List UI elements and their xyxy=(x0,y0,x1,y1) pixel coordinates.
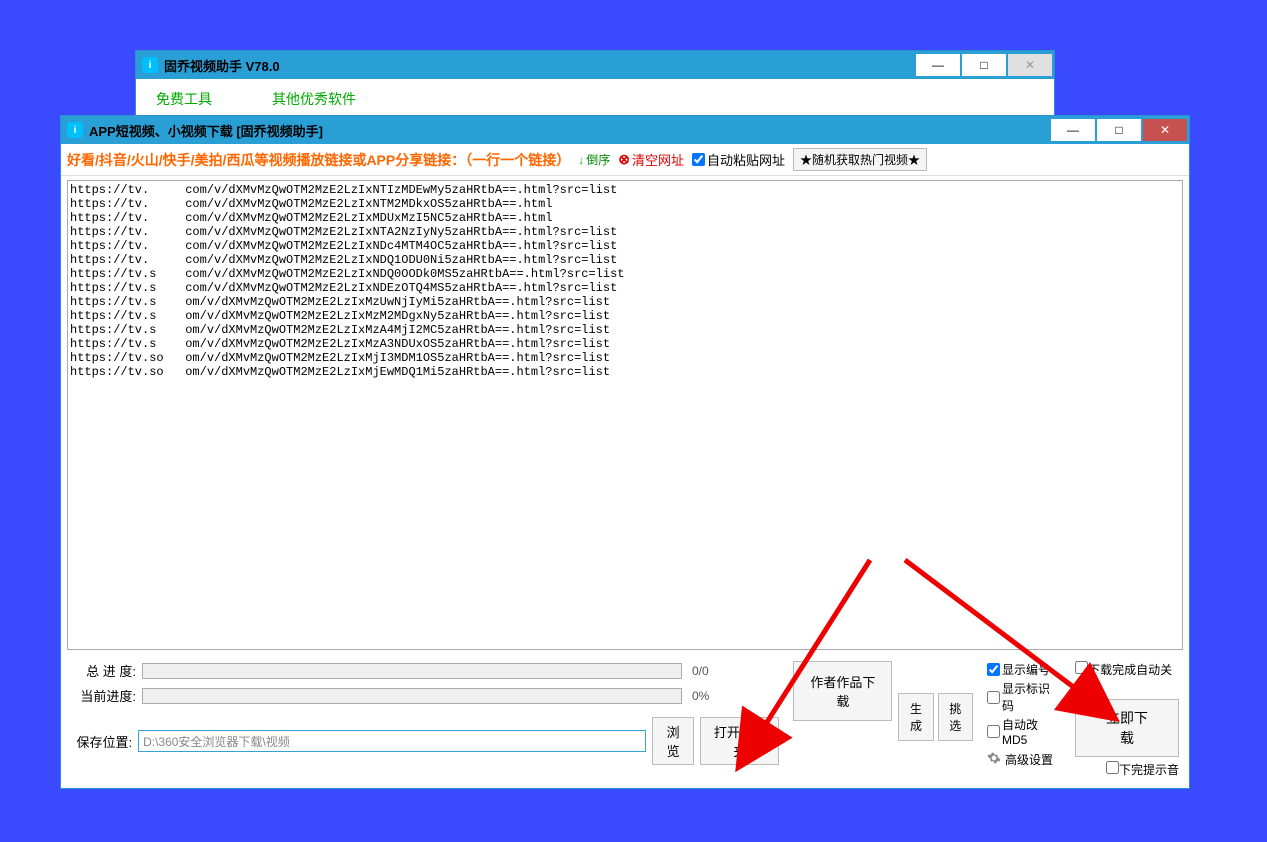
maximize-button[interactable]: □ xyxy=(1097,119,1141,141)
bottom-panel: 总 进 度: 0/0 当前进度: 0% 保存位置: 浏览 打开文件夹 作者作品 xyxy=(61,657,1189,788)
save-path-input[interactable] xyxy=(138,730,646,752)
author-download-button[interactable]: 作者作品下载 xyxy=(793,661,892,721)
link-other-software[interactable]: 其他优秀软件 xyxy=(272,89,356,109)
minimize-button[interactable]: — xyxy=(916,54,960,76)
gear-icon xyxy=(987,751,1001,768)
select-button[interactable]: 挑选 xyxy=(938,693,973,741)
toolbar-label: 好看/抖音/火山/快手/美拍/西瓜等视频播放链接或APP分享链接：（一行一个链接… xyxy=(67,150,570,170)
toolbar: 好看/抖音/火山/快手/美拍/西瓜等视频播放链接或APP分享链接：（一行一个链接… xyxy=(61,144,1189,176)
down-arrow-icon: ↓ xyxy=(578,153,584,167)
app-icon: i xyxy=(142,57,158,73)
back-titlebar[interactable]: i 固乔视频助手 V78.0 — □ ✕ xyxy=(136,51,1054,79)
show-number-checkbox[interactable]: 显示编号 xyxy=(987,661,1059,678)
show-identifier-checkbox[interactable]: 显示标识码 xyxy=(987,680,1059,714)
browse-button[interactable]: 浏览 xyxy=(652,717,694,765)
current-progress-text: 0% xyxy=(692,689,732,703)
auto-paste-checkbox[interactable]: 自动粘贴网址 xyxy=(692,150,785,169)
sort-toggle[interactable]: ↓ 倒序 xyxy=(578,151,610,168)
front-title: APP短视频、小视频下载 [固乔视频助手] xyxy=(89,121,323,140)
auto-md5-checkbox[interactable]: 自动改MD5 xyxy=(987,716,1059,747)
maximize-button[interactable]: □ xyxy=(962,54,1006,76)
app-icon: i xyxy=(67,122,83,138)
url-textarea[interactable] xyxy=(67,180,1183,650)
current-progress-bar xyxy=(142,688,682,704)
random-video-button[interactable]: ★随机获取热门视频★ xyxy=(793,148,927,171)
back-title: 固乔视频助手 V78.0 xyxy=(164,56,280,75)
minimize-button[interactable]: — xyxy=(1051,119,1095,141)
generate-button[interactable]: 生成 xyxy=(898,693,933,741)
front-window: i APP短视频、小视频下载 [固乔视频助手] — □ ✕ 好看/抖音/火山/快… xyxy=(60,115,1190,789)
auto-paste-input[interactable] xyxy=(692,153,705,166)
sound-after-checkbox[interactable]: 下完提示音 xyxy=(1106,761,1179,778)
shutdown-after-checkbox[interactable]: 下载完成自动关机 xyxy=(1075,661,1179,695)
close-button[interactable]: ✕ xyxy=(1008,54,1052,76)
total-progress-text: 0/0 xyxy=(692,664,732,678)
link-free-tools[interactable]: 免费工具 xyxy=(156,89,212,109)
total-progress-bar xyxy=(142,663,682,679)
front-titlebar[interactable]: i APP短视频、小视频下载 [固乔视频助手] — □ ✕ xyxy=(61,116,1189,144)
advanced-settings-button[interactable]: 高级设置 xyxy=(987,751,1059,768)
open-folder-button[interactable]: 打开文件夹 xyxy=(700,717,779,765)
close-button[interactable]: ✕ xyxy=(1143,119,1187,141)
download-now-button[interactable]: 立即下载 xyxy=(1075,699,1179,757)
save-location-label: 保存位置: xyxy=(71,732,132,751)
clear-icon: ⊗ xyxy=(618,151,630,168)
clear-urls-button[interactable]: ⊗ 清空网址 xyxy=(618,150,684,169)
current-progress-label: 当前进度: xyxy=(71,686,136,705)
total-progress-label: 总 进 度: xyxy=(71,661,136,680)
